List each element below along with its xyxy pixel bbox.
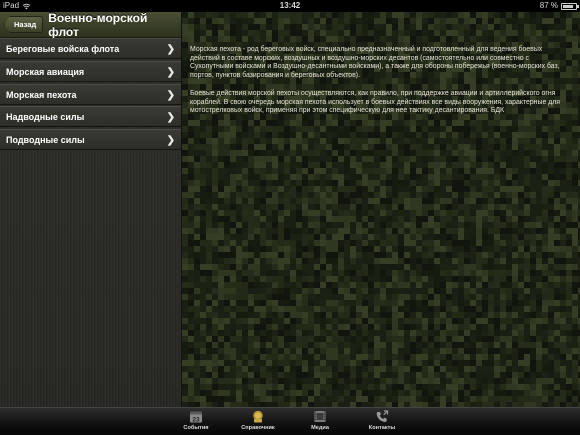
- list-item-coastal-forces[interactable]: Береговые войска флота ❯: [0, 38, 181, 59]
- chevron-right-icon: ❯: [166, 44, 175, 55]
- article-paragraph: Боевые действия морской пехоты осуществл…: [190, 89, 560, 115]
- detail-panel: Морская пехота - род береговых войск, сп…: [182, 12, 580, 407]
- article-text: Морская пехота - род береговых войск, сп…: [190, 46, 572, 125]
- master-panel: Назад Военно-морской флот Береговые войс…: [0, 10, 182, 407]
- chevron-right-icon: ❯: [166, 89, 175, 101]
- article-paragraph: Морская пехота - род береговых войск, сп…: [190, 46, 560, 80]
- tab-events[interactable]: 23 События: [170, 410, 222, 434]
- calendar-date: 23: [192, 416, 200, 423]
- chevron-right-icon: ❯: [166, 112, 175, 124]
- film-icon: [314, 411, 326, 422]
- chevron-right-icon: ❯: [166, 135, 175, 147]
- tab-label: Контакты: [368, 425, 396, 431]
- list-item-naval-aviation[interactable]: Морская авиация ❯: [0, 60, 181, 82]
- list-item-label: Морская авиация: [6, 66, 85, 77]
- list-item-surface-forces[interactable]: Надводные силы ❯: [0, 106, 181, 128]
- back-button[interactable]: Назад: [4, 16, 44, 33]
- page-title: Военно-морской флот: [48, 10, 148, 39]
- battery-percent: 87 %: [539, 1, 558, 10]
- list-item-label: Подводные силы: [6, 135, 85, 146]
- tab-label: События: [183, 425, 209, 431]
- tab-label: Медиа: [311, 425, 329, 431]
- list-item-label: Морская пехота: [6, 89, 77, 100]
- tab-contacts[interactable]: Контакты: [356, 410, 408, 434]
- list-item-submarine-forces[interactable]: Подводные силы ❯: [0, 129, 181, 151]
- tab-handbook[interactable]: Справочник: [232, 410, 284, 434]
- handbook-icon: [253, 410, 263, 423]
- tab-media[interactable]: Медиа: [294, 410, 346, 434]
- calendar-icon: 23: [190, 411, 202, 423]
- list-item-marines[interactable]: Морская пехота ❯: [0, 83, 181, 105]
- tab-bar: 23 События Справочник Медиа Контакты: [0, 407, 580, 435]
- list-item-label: Береговые войска флота: [6, 44, 120, 54]
- chevron-right-icon: ❯: [166, 66, 175, 78]
- navigation-bar: Назад Военно-морской флот: [0, 10, 181, 39]
- category-list: Береговые войска флота ❯ Морская авиация…: [0, 38, 181, 152]
- tab-label: Справочник: [241, 425, 275, 431]
- list-item-label: Надводные силы: [6, 112, 85, 123]
- phone-icon: [376, 410, 389, 423]
- battery-icon: [561, 2, 579, 10]
